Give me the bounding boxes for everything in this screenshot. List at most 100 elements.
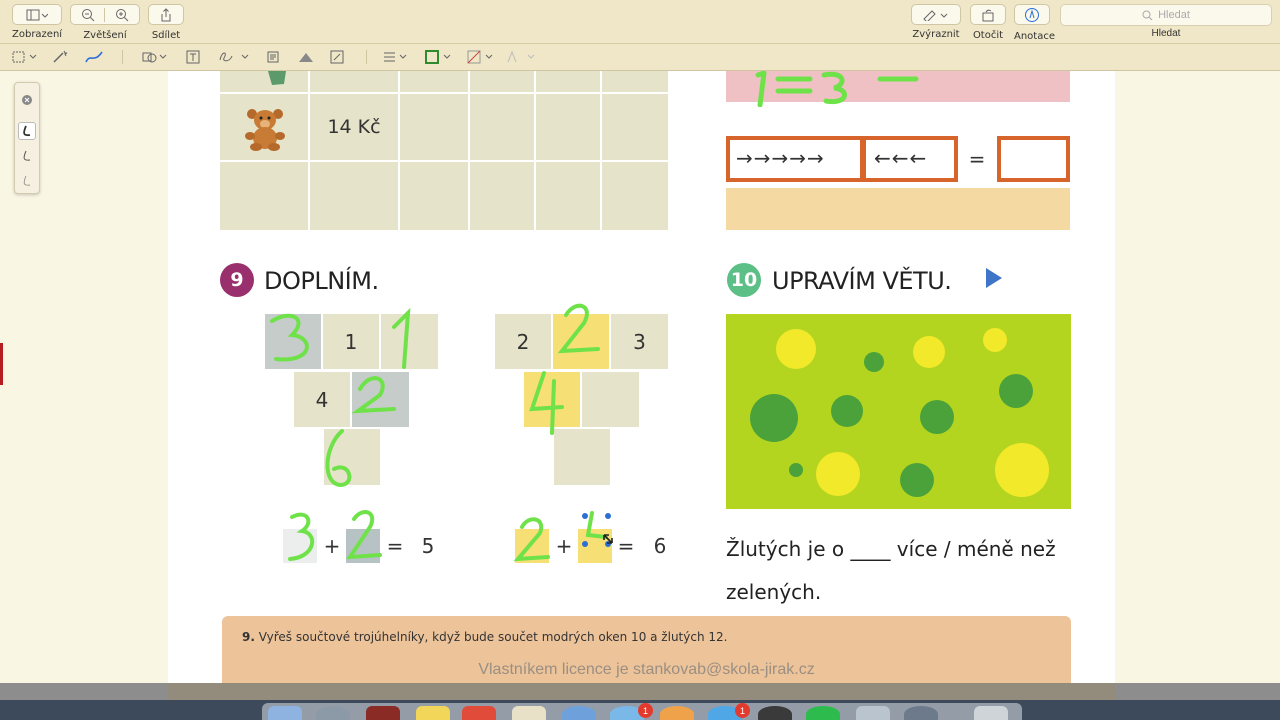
- document-page: 14 Kč →→→→→ ←←← = 9 DOPLNÍM. 10 UPRAVÍM …: [168, 71, 1115, 683]
- trash-dock-icon[interactable]: [974, 706, 1008, 720]
- arrows-left-box: ←←←: [862, 136, 958, 182]
- zoom-out-button[interactable]: [71, 7, 105, 22]
- green-dot: [920, 400, 954, 434]
- pen-stroke-icon: [23, 175, 31, 186]
- resize-icon: [330, 50, 344, 64]
- sidebar-icon: [26, 9, 48, 20]
- thick-pen-option[interactable]: [18, 122, 36, 140]
- close-popover-button[interactable]: [18, 91, 36, 109]
- zoom-in-icon: [116, 8, 129, 21]
- handwritten-equation-fragment: [755, 71, 919, 107]
- launchpad-dock-icon[interactable]: [316, 706, 350, 720]
- sketch-tool[interactable]: [84, 48, 104, 66]
- safari-dock-icon[interactable]: [562, 706, 596, 720]
- text-box-icon: [186, 50, 200, 64]
- highlight-label: Zvýraznit: [912, 28, 960, 40]
- yellow-dot: [816, 452, 860, 496]
- table-cell: [470, 94, 534, 160]
- sidebar-view-button[interactable]: [12, 4, 62, 25]
- sign-tool[interactable]: [218, 48, 252, 66]
- share-control: Sdílet: [148, 4, 184, 41]
- pen-stroke-icon: [23, 125, 31, 137]
- table-cell: [470, 162, 534, 230]
- table-cell: [310, 71, 398, 92]
- exercise-10-title: UPRAVÍM VĚTU.: [772, 267, 952, 295]
- table-cell: [220, 162, 308, 230]
- thin-pen-option[interactable]: [18, 172, 36, 190]
- handwritten-digits-tri2: [529, 303, 600, 435]
- eq2-result: 6: [653, 534, 667, 558]
- adjust-size-tool[interactable]: [330, 48, 344, 66]
- shapes-icon: [142, 52, 167, 63]
- text-style-icon: [507, 50, 535, 63]
- highlight-button[interactable]: [911, 4, 961, 25]
- medium-pen-option[interactable]: [18, 147, 36, 165]
- text-tool[interactable]: [186, 48, 200, 66]
- yellow-dot: [913, 336, 945, 368]
- rotate-button[interactable]: [970, 4, 1006, 25]
- green-dot: [789, 463, 803, 477]
- yellow-dot: [983, 328, 1007, 352]
- note-tool[interactable]: [266, 48, 280, 66]
- note-icon: [267, 51, 279, 63]
- green-dot: [999, 374, 1033, 408]
- text-style-tool[interactable]: [506, 48, 536, 66]
- instant-alpha-tool[interactable]: [52, 48, 68, 66]
- table-cell: [602, 71, 668, 92]
- handwritten-digits-tri1: [270, 307, 411, 488]
- calendar-dock-icon[interactable]: [462, 706, 496, 720]
- notes-dock-icon[interactable]: [416, 706, 450, 720]
- zoom-out-icon: [81, 8, 94, 21]
- peach-answer-band: [726, 188, 1070, 230]
- page-bottom-strip: [168, 683, 1115, 700]
- preview-dock-icon[interactable]: [512, 706, 546, 720]
- price-label: 14 Kč: [327, 116, 381, 138]
- zoom-in-button[interactable]: [105, 8, 139, 22]
- table-cell: [536, 71, 600, 92]
- photo-booth-dock-icon[interactable]: [366, 706, 400, 720]
- exercise-9-title: DOPLNÍM.: [264, 267, 379, 295]
- notification-badge: 1: [638, 703, 653, 718]
- fill-color-tool[interactable]: [466, 48, 496, 66]
- border-color-tool[interactable]: [424, 48, 454, 66]
- table-cell: [310, 162, 398, 230]
- view-control[interactable]: Zobrazení: [12, 4, 62, 40]
- handwritten-eq1: [288, 510, 382, 561]
- markup-toolbar: [0, 44, 1280, 71]
- annotate-button[interactable]: [1014, 4, 1050, 25]
- finder-dock-icon[interactable]: [268, 706, 302, 720]
- annotation-selection-handles[interactable]: [580, 511, 616, 551]
- preview-toolbar: Zobrazení Zvětšení Sdílet Zvýraznit Otoč…: [0, 0, 1280, 44]
- signature-icon: [219, 52, 249, 62]
- photos-dock-icon[interactable]: [660, 706, 694, 720]
- search-icon: [1142, 10, 1153, 20]
- instruction-text: 9. Vyřeš součtové trojúhelníky, když bud…: [242, 630, 727, 644]
- window-right-area: [1115, 71, 1280, 683]
- selection-tool[interactable]: [12, 48, 40, 66]
- share-icon: [161, 7, 171, 21]
- divider: [366, 50, 367, 64]
- image-capture-dock-icon[interactable]: [856, 706, 890, 720]
- table-cell: [400, 162, 468, 230]
- share-button[interactable]: [148, 4, 184, 25]
- green-dot: [750, 394, 798, 442]
- line-style-tool[interactable]: [382, 48, 410, 66]
- answer-box[interactable]: [997, 136, 1070, 182]
- table-cell: [602, 94, 668, 160]
- utility-dock-icon[interactable]: [904, 706, 938, 720]
- view-label: Zobrazení: [12, 28, 63, 40]
- shapes-tool[interactable]: [142, 48, 170, 66]
- exercise-9-badge: 9: [220, 263, 254, 297]
- spotify-dock-icon[interactable]: [806, 706, 840, 720]
- table-cell: [220, 94, 308, 160]
- rotate-label: Otočit: [972, 29, 1004, 41]
- equals-sign: =: [968, 147, 986, 171]
- table-cell: [536, 94, 600, 160]
- sketch-icon: [85, 51, 103, 63]
- search-input[interactable]: Hledat: [1060, 4, 1272, 26]
- system-prefs-dock-icon[interactable]: [758, 706, 792, 720]
- adjust-color-tool[interactable]: [298, 48, 314, 66]
- play-icon[interactable]: [984, 267, 1004, 289]
- divider: [122, 50, 123, 64]
- arrows-right: →→→→→: [736, 146, 825, 170]
